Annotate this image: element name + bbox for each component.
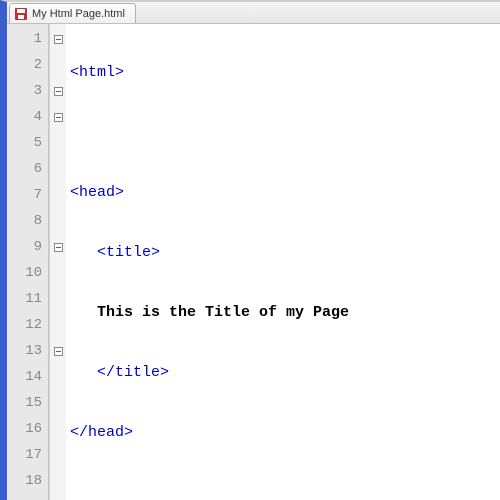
- fold-toggle-icon[interactable]: [54, 35, 63, 44]
- code-line: <head>: [70, 180, 500, 206]
- code-line: </title>: [70, 360, 500, 386]
- line-number: 15: [7, 390, 48, 416]
- line-number: 4: [7, 104, 48, 130]
- line-number: 5: [7, 130, 48, 156]
- code-line: This is the Title of my Page: [70, 300, 500, 326]
- line-number: 7: [7, 182, 48, 208]
- fold-column: [50, 24, 66, 500]
- save-icon: [14, 7, 28, 21]
- line-number: 13: [7, 338, 48, 364]
- line-number: 1: [7, 26, 48, 52]
- line-number: 16: [7, 416, 48, 442]
- tab-bar: My Html Page.html: [7, 2, 500, 24]
- tab-filename: My Html Page.html: [32, 8, 125, 20]
- fold-toggle-icon[interactable]: [54, 113, 63, 122]
- line-number: 11: [7, 286, 48, 312]
- code-line: [70, 480, 500, 500]
- fold-toggle-icon[interactable]: [54, 243, 63, 252]
- editor-window: My Html Page.html 1 2 3 4 5 6 7 8 9 10 1…: [0, 0, 500, 500]
- line-number: 8: [7, 208, 48, 234]
- line-number: 10: [7, 260, 48, 286]
- code-line: </head>: [70, 420, 500, 446]
- line-number: 17: [7, 442, 48, 468]
- line-number: 3: [7, 78, 48, 104]
- line-number-gutter: 1 2 3 4 5 6 7 8 9 10 11 12 13 14 15 16 1…: [7, 24, 49, 500]
- code-line: <title>: [70, 240, 500, 266]
- code-editor[interactable]: 1 2 3 4 5 6 7 8 9 10 11 12 13 14 15 16 1…: [7, 24, 500, 500]
- line-number: 12: [7, 312, 48, 338]
- code-line: [70, 120, 500, 146]
- line-number: 18: [7, 468, 48, 494]
- line-number: 14: [7, 364, 48, 390]
- line-number: 6: [7, 156, 48, 182]
- fold-toggle-icon[interactable]: [54, 347, 63, 356]
- code-line: <html>: [70, 60, 500, 86]
- code-area[interactable]: <html> <head> <title> This is the Title …: [66, 24, 500, 500]
- fold-toggle-icon[interactable]: [54, 87, 63, 96]
- line-number: 2: [7, 52, 48, 78]
- line-number: 9: [7, 234, 48, 260]
- file-tab[interactable]: My Html Page.html: [9, 3, 136, 23]
